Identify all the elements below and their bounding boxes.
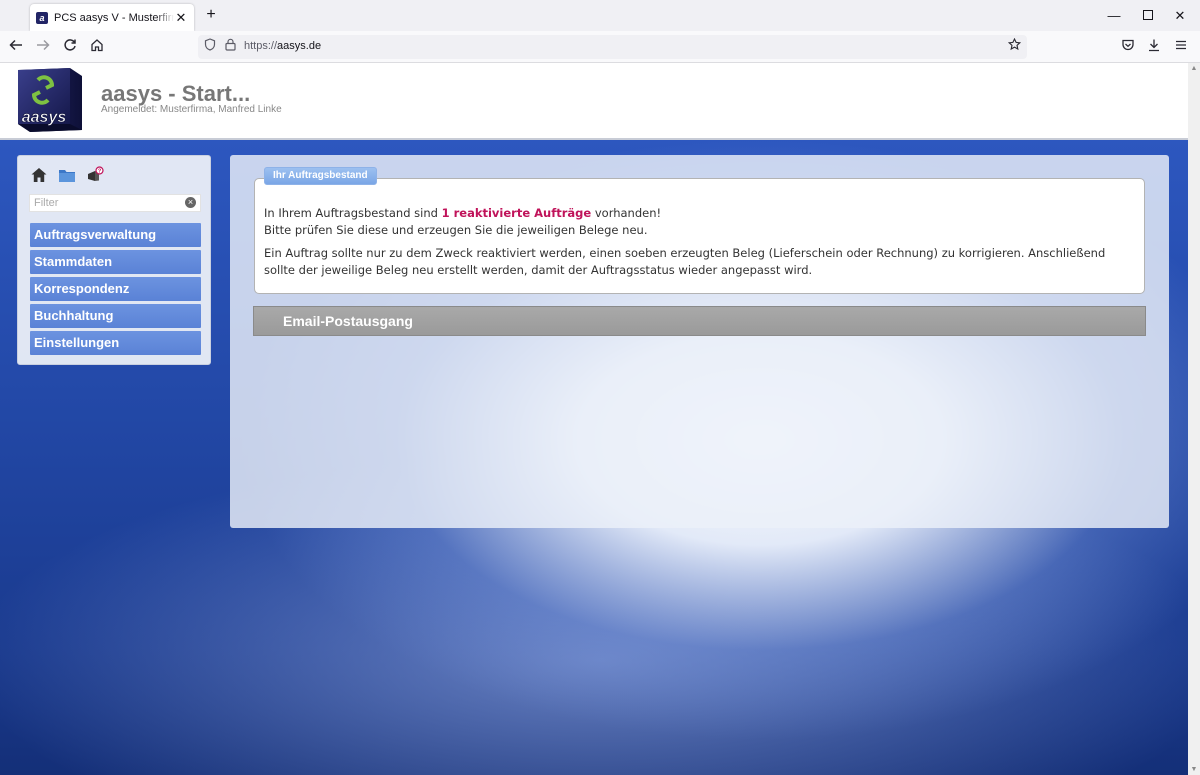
window-close-icon[interactable]: ✕ — [1170, 6, 1190, 26]
filter-input[interactable] — [30, 195, 180, 211]
aasys-logo: aasys — [16, 66, 84, 134]
url-text[interactable]: https://aasys.de — [244, 40, 321, 52]
scroll-up-icon[interactable]: ▲ — [1190, 65, 1198, 72]
sidebar-toolbar: ? — [30, 166, 104, 186]
bookmark-star-icon[interactable] — [1004, 37, 1024, 57]
home-icon[interactable] — [30, 166, 48, 184]
browser-tab-bar: a PCS aasys V - Musterfirma - Manfred Li… — [0, 0, 1200, 31]
maximize-icon[interactable] — [1138, 6, 1158, 26]
forward-arrow-icon[interactable] — [33, 37, 53, 57]
auftragsbestand-message: In Ihrem Auftragsbestand sind 1 reaktivi… — [264, 205, 1139, 285]
app-header: aasys aasys - Start... Angemeldet: Muste… — [0, 63, 1188, 140]
sidebar: ? × Auftragsverwaltung Stammdaten Korres… — [17, 155, 211, 365]
menu-item-stammdaten[interactable]: Stammdaten — [30, 250, 201, 274]
menu-item-buchhaltung[interactable]: Buchhaltung — [30, 304, 201, 328]
logout-icon[interactable]: ? — [86, 166, 104, 184]
url-host: aasys.de — [277, 40, 322, 52]
message-line1-post: vorhanden! — [591, 206, 662, 220]
page-scrollbar[interactable]: ▲ ▼ — [1188, 63, 1200, 775]
minimize-icon[interactable]: — — [1104, 6, 1124, 26]
scroll-down-icon[interactable]: ▼ — [1190, 766, 1198, 773]
lock-icon[interactable] — [220, 37, 240, 57]
main-content: In Ihrem Auftragsbestand sind 1 reaktivi… — [230, 155, 1169, 528]
logo-text: aasys — [22, 109, 67, 126]
menu-item-einstellungen[interactable]: Einstellungen — [30, 331, 201, 355]
menu-item-auftragsverwaltung[interactable]: Auftragsverwaltung — [30, 223, 201, 247]
url-bar[interactable]: https://aasys.de — [198, 35, 1027, 59]
logged-in-user: Angemeldet: Musterfirma, Manfred Linke — [101, 104, 282, 115]
reactivated-orders-count[interactable]: 1 reaktivierte Aufträge — [442, 206, 592, 220]
clear-filter-icon[interactable]: × — [185, 197, 196, 208]
reload-icon[interactable] — [60, 37, 80, 57]
url-scheme: https:// — [244, 40, 278, 52]
main-menu: Auftragsverwaltung Stammdaten Korrespond… — [30, 223, 201, 358]
menu-item-korrespondenz[interactable]: Korrespondenz — [30, 277, 201, 301]
aasys-favicon-icon: a — [36, 11, 48, 24]
message-line2: Bitte prüfen Sie diese und erzeugen Sie … — [264, 223, 648, 237]
auftragsbestand-panel: In Ihrem Auftragsbestand sind 1 reaktivi… — [254, 178, 1145, 294]
pocket-icon[interactable] — [1118, 37, 1138, 57]
page-viewport: aasys aasys - Start... Angemeldet: Muste… — [0, 63, 1188, 775]
filter-field[interactable]: × — [29, 194, 201, 212]
new-tab-button[interactable]: + — [203, 7, 219, 23]
shield-icon[interactable] — [200, 37, 220, 57]
back-arrow-icon[interactable] — [6, 37, 26, 57]
auftragsbestand-legend: Ihr Auftragsbestand — [264, 167, 377, 185]
message-paragraph: Ein Auftrag sollte nur zu dem Zweck reak… — [264, 246, 1106, 277]
browser-tab[interactable]: a PCS aasys V - Musterfirma - Manfred Li… — [30, 4, 194, 31]
browser-toolbar: https://aasys.de — [0, 31, 1200, 63]
folder-icon[interactable] — [58, 166, 76, 184]
message-line1-pre: In Ihrem Auftragsbestand sind — [264, 206, 442, 220]
home-icon[interactable] — [87, 37, 107, 57]
email-postausgang-header[interactable]: Email-Postausgang — [253, 306, 1146, 336]
tab-title: PCS aasys V - Musterfirma - Manfred Link… — [54, 11, 174, 24]
menu-icon[interactable] — [1171, 37, 1191, 57]
close-tab-icon[interactable]: ✕ — [174, 10, 188, 25]
download-icon[interactable] — [1144, 37, 1164, 57]
